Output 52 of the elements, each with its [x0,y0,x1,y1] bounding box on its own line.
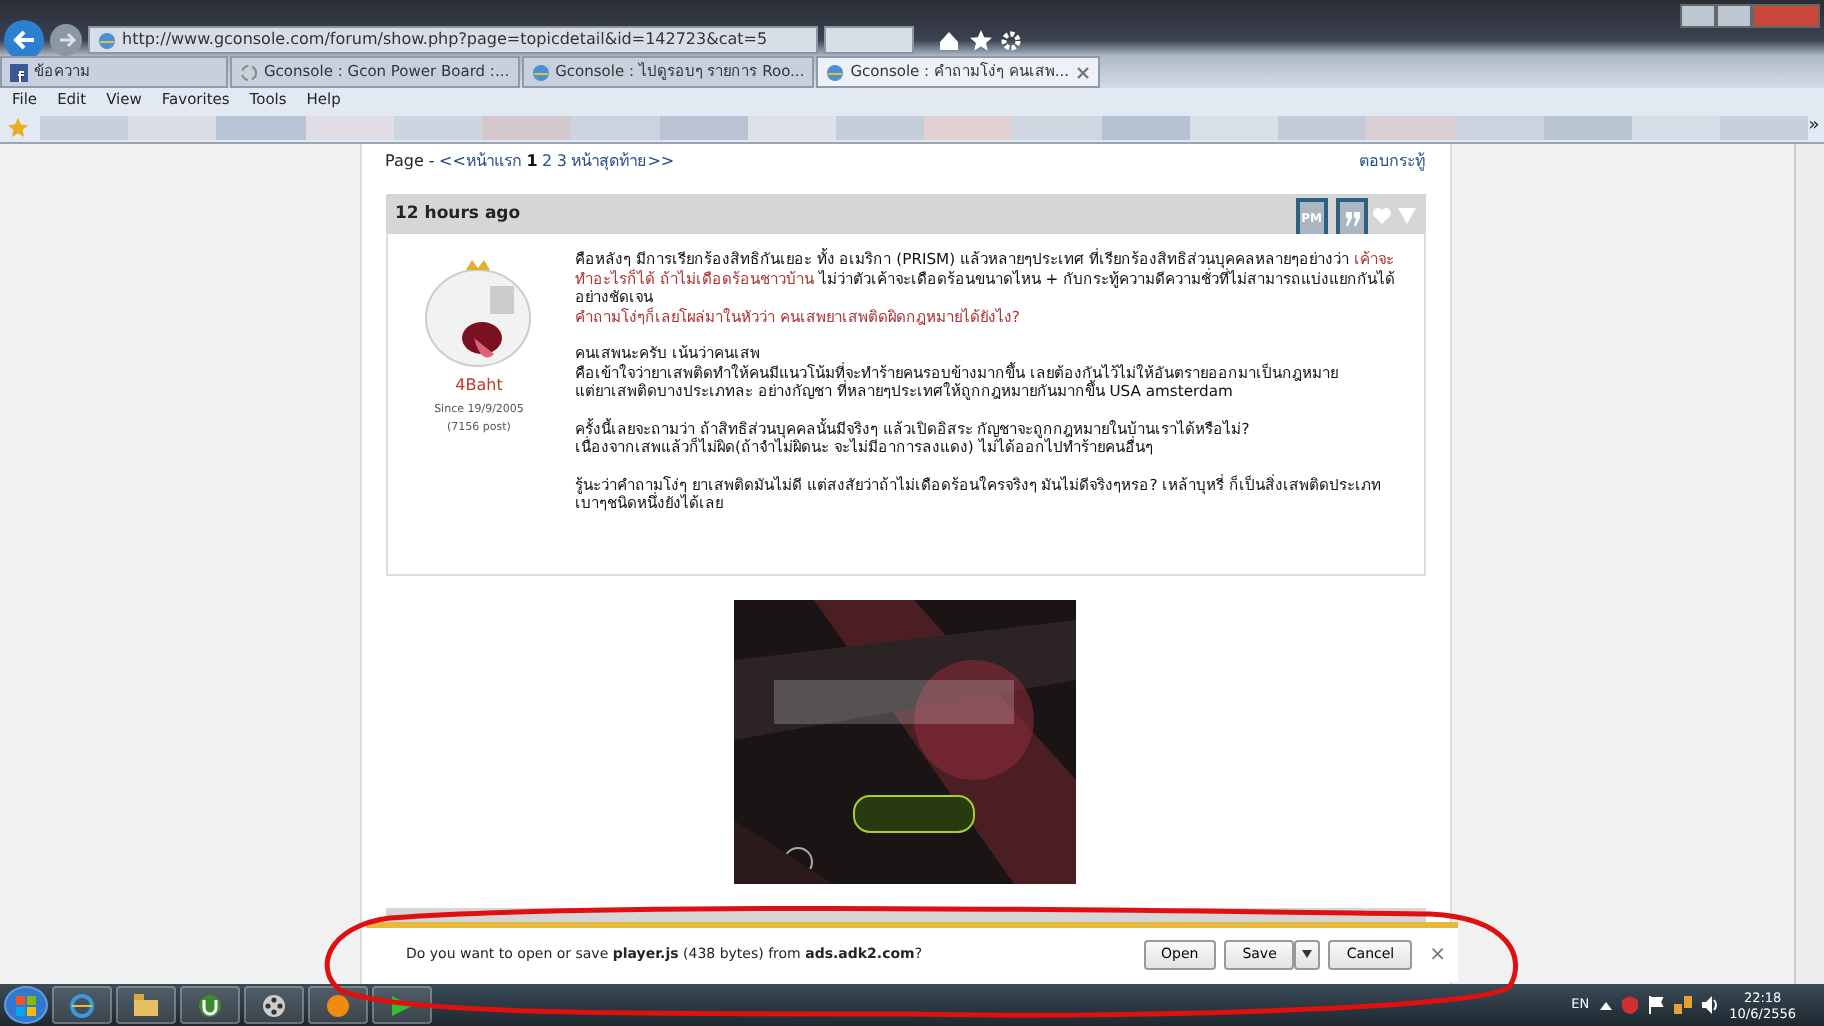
page-icon [98,31,116,49]
taskbar-button[interactable] [180,986,240,1024]
forward-arrow-icon [57,32,75,48]
folder-icon [134,993,158,1017]
forward-button[interactable] [50,24,82,56]
close-tab-icon[interactable] [1075,65,1090,79]
facebook-icon [10,63,28,81]
page-link[interactable]: 1 [526,150,538,174]
page-icon [531,63,550,81]
reply-link[interactable]: ตอบกระทู้ [1359,150,1425,174]
windows-logo-icon [16,995,36,1015]
address-text: http://www.gconsole.com/forum/show.php?page=topicdetail&id=142723&cat=5 [122,28,768,52]
browser-icon [70,993,94,1017]
torrent-icon [198,993,222,1017]
caret-icon [1302,950,1313,959]
favorites-star-icon[interactable] [8,117,28,137]
home-icon[interactable] [938,29,960,51]
pagination-label: Page - [385,150,435,174]
shield-icon[interactable] [1621,996,1638,1014]
page-link[interactable]: 2 [542,150,553,174]
close-download-bar[interactable]: × [1429,940,1446,970]
film-reel-icon [262,993,286,1017]
address-bar[interactable]: http://www.gconsole.com/forum/show.php?page=topicdetail&id=142723&cat=5 [88,26,818,54]
minimize-button[interactable] [1680,4,1716,28]
author-name[interactable]: 4Baht [455,374,503,398]
network-icon[interactable] [1673,996,1692,1014]
play-arrow-icon [390,993,414,1017]
page-link[interactable]: 3 [556,150,567,174]
quote-button[interactable] [1336,198,1368,234]
back-arrow-icon [12,30,36,50]
taskbar-button[interactable] [308,986,368,1024]
page-icon [826,63,845,81]
back-button[interactable] [4,20,44,60]
quote-icon [1344,211,1360,225]
taskbar-button[interactable] [116,986,176,1024]
save-options-button[interactable] [1294,940,1321,970]
maximize-button[interactable] [1716,4,1752,28]
page-link[interactable]: หน้าสุดท้าย>> [571,150,675,174]
taskbar-button[interactable] [244,986,304,1024]
up-arrow-icon[interactable] [1599,1001,1612,1009]
flag-icon[interactable] [1647,996,1664,1014]
star-icon[interactable] [969,29,991,51]
loading-icon [240,63,258,81]
settings-icon[interactable] [1000,29,1022,51]
page-link[interactable]: <<หน้าแรก [439,150,522,174]
post-time: 12 hours ago [395,201,521,227]
taskbar-button[interactable] [372,986,432,1024]
speaker-icon[interactable] [1701,996,1720,1014]
scrollbar[interactable] [1794,144,1824,984]
ball-icon [326,993,350,1017]
start-button[interactable] [4,986,48,1024]
favorites-chevron[interactable]: » [1808,113,1820,141]
